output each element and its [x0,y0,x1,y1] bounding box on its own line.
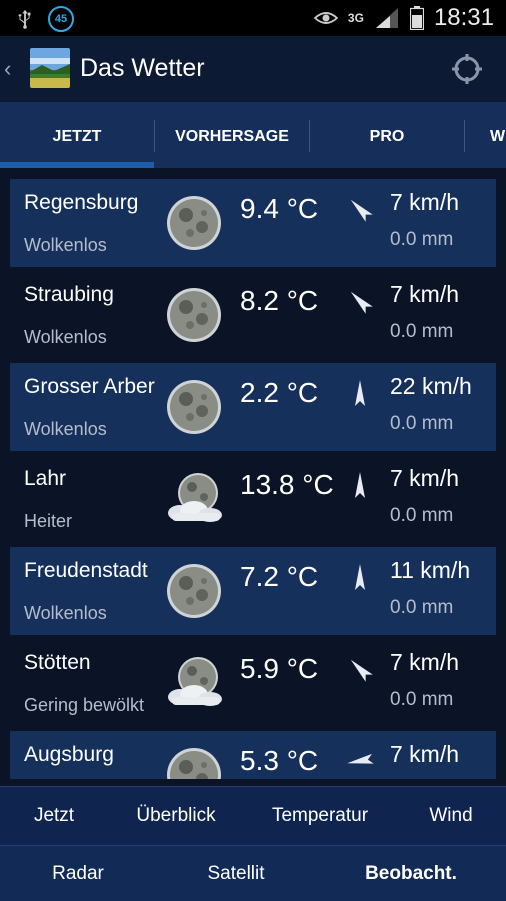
condition-text: Wolkenlos [24,327,107,347]
app-title: Das Wetter [80,54,205,82]
moon-icon [167,748,221,779]
tab-jetzt[interactable]: JETZT [0,102,154,168]
condition-text: Wolkenlos [24,235,107,255]
moon-cloud-icon [168,473,222,522]
list-item[interactable]: Freudenstadt Wolkenlos 7.2 °C 11 km/h 0.… [10,547,496,635]
temperature: 9.4 °C [240,193,319,224]
precipitation: 0.0 mm [390,321,454,342]
condition-text: Gering bewölkt [24,695,145,715]
network-type: 3G [347,11,364,25]
clock: 18:31 [433,4,494,31]
eye-icon [313,12,338,24]
tab-divider [464,120,465,152]
nav-radar[interactable]: Radar [0,846,156,901]
temperature: 5.3 °C [240,745,319,776]
list-item[interactable]: Lahr Heiter 13.8 °C 7 km/h 0.0 mm [10,455,496,543]
temperature: 7.2 °C [240,561,319,592]
tab-pro[interactable]: PRO [310,102,464,168]
temperature: 8.2 °C [240,285,319,316]
temperature: 2.2 °C [240,377,319,408]
wind-direction-arrow-icon [355,472,365,498]
action-bar: ‹ Das Wetter [0,36,506,102]
status-bar: 45 3G 18:31 [0,0,506,36]
back-chevron-icon[interactable]: ‹ [4,56,11,82]
wind-speed: 7 km/h [390,649,460,675]
list-item[interactable]: Grosser Arber Wolkenlos 2.2 °C 22 km/h 0… [10,363,496,451]
condition-text: Wolkenlos [24,419,107,439]
notification-count-icon: 45 [48,6,74,32]
moon-icon [167,196,221,250]
precipitation: 0.0 mm [390,689,454,710]
wind-direction-arrow-icon [347,753,374,764]
city-name: Straubing [24,283,114,306]
app-logo[interactable] [30,48,70,88]
wind-speed: 7 km/h [390,741,460,767]
temperature: 5.9 °C [240,653,319,684]
list-item[interactable]: Regensburg Wolkenlos 9.4 °C 7 km/h 0.0 m… [10,179,496,267]
condition-text: Wolkenlos [24,603,107,623]
station-list[interactable]: Regensburg Wolkenlos 9.4 °C 7 km/h 0.0 m… [10,179,496,779]
list-item[interactable]: Stötten Gering bewölkt 5.9 °C 7 km/h 0.0… [10,639,496,727]
wind-direction-arrow-icon [355,564,365,590]
nav-satellit[interactable]: Satellit [156,846,316,901]
moon-icon [167,288,221,342]
wind-speed: 7 km/h [390,281,460,307]
nav-ueberblick[interactable]: Überblick [108,787,244,845]
tab-bar: JETZT VORHERSAGE PRO W [0,102,506,168]
city-name: Regensburg [24,191,139,214]
wind-direction-arrow-icon [350,199,373,222]
wind-direction-arrow-icon [355,380,365,406]
precipitation: 0.0 mm [390,413,454,434]
nav-wind[interactable]: Wind [396,787,506,845]
precipitation: 0.0 mm [390,597,454,618]
precipitation: 0.0 mm [390,505,454,526]
wind-speed: 22 km/h [390,373,472,399]
wind-direction-arrow-icon [350,291,373,314]
wind-speed: 7 km/h [390,465,460,491]
moon-icon [167,564,221,618]
city-name: Stötten [24,651,91,674]
active-tab-indicator [0,162,154,168]
precipitation: 0.0 mm [390,229,454,250]
wind-speed: 11 km/h [390,557,471,583]
locate-icon[interactable] [452,54,482,84]
list-item[interactable]: Straubing Wolkenlos 8.2 °C 7 km/h 0.0 mm [10,271,496,359]
list-item[interactable]: Augsburg 5.3 °C 7 km/h [10,731,496,779]
nav-temperatur[interactable]: Temperatur [244,787,396,845]
wind-speed: 7 km/h [390,189,460,215]
wind-direction-arrow-icon [350,659,373,682]
bottom-nav-secondary: Radar Satellit Beobacht. [0,845,506,901]
city-name: Lahr [24,467,67,490]
city-name: Grosser Arber [24,375,155,398]
condition-text: Heiter [24,511,73,531]
tab-w[interactable]: W [490,102,506,168]
city-name: Freudenstadt [24,559,148,582]
usb-icon [18,9,31,29]
nav-beobachtungen[interactable]: Beobacht. [316,846,506,901]
bottom-nav-primary: Jetzt Überblick Temperatur Wind [0,786,506,845]
moon-cloud-icon [168,657,222,706]
battery-icon [409,6,424,30]
tab-vorhersage[interactable]: VORHERSAGE [155,102,309,168]
signal-icon [375,8,398,28]
moon-icon [167,380,221,434]
temperature: 13.8 °C [240,469,334,500]
nav-jetzt[interactable]: Jetzt [0,787,108,845]
city-name: Augsburg [24,743,114,766]
